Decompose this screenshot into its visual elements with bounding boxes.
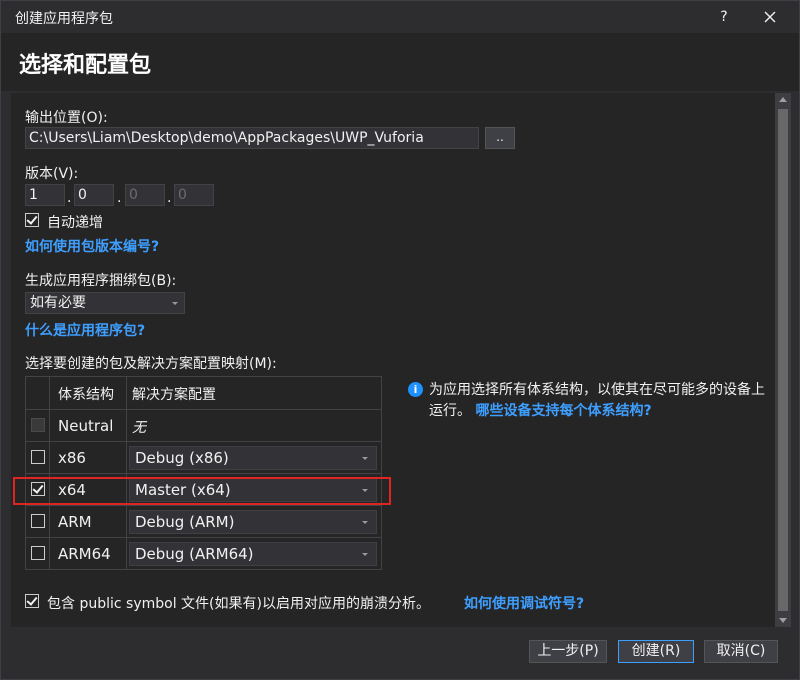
table-row: ARM Debug (ARM) xyxy=(26,505,381,537)
version-separator: . xyxy=(67,190,72,206)
arm-config-dropdown[interactable]: Debug (ARM) xyxy=(129,510,377,534)
table-row: ARM64 Debug (ARM64) xyxy=(26,537,381,569)
version-separator: . xyxy=(117,190,122,206)
arm64-checkbox[interactable] xyxy=(31,546,45,560)
x86-config-dropdown[interactable]: Debug (x86) xyxy=(129,446,377,470)
content-panel: 输出位置(O): C:\Users\Liam\Desktop\demo\AppP… xyxy=(11,93,779,627)
arch-name: Neutral xyxy=(58,417,114,435)
chevron-down-icon xyxy=(362,457,368,460)
bundle-selected-value: 如有必要 xyxy=(30,295,86,311)
info-icon: i xyxy=(408,382,423,397)
title-bar: 创建应用程序包 ? xyxy=(1,1,799,33)
chevron-down-icon xyxy=(172,302,178,305)
arch-name: x86 xyxy=(58,449,86,467)
architecture-help-link[interactable]: 哪些设备支持每个体系结构? xyxy=(475,403,651,419)
x86-checkbox[interactable] xyxy=(31,450,45,464)
scroll-up-icon[interactable] xyxy=(775,93,791,107)
public-symbols-checkbox[interactable] xyxy=(25,594,39,608)
version-minor-input[interactable]: 0 xyxy=(74,184,114,206)
mapping-table: 体系结构 解决方案配置 Neutral 无 x86 Debug (x86) x6… xyxy=(25,376,382,570)
bundle-label: 生成应用程序捆绑包(B): xyxy=(25,273,177,289)
dialog-window: 创建应用程序包 ? 选择和配置包 输出位置(O): C:\Users\Liam\… xyxy=(0,0,800,680)
auto-increment-checkbox[interactable] xyxy=(25,213,39,227)
create-button[interactable]: 创建(R) xyxy=(618,640,694,663)
browse-button[interactable]: .. xyxy=(485,127,515,149)
version-build-input[interactable]: 0 xyxy=(125,184,165,206)
version-help-link[interactable]: 如何使用包版本编号? xyxy=(25,236,159,256)
config-none: 无 xyxy=(132,420,146,436)
output-location-label: 输出位置(O): xyxy=(25,110,108,126)
version-major-input[interactable]: 1 xyxy=(25,184,65,206)
window-title: 创建应用程序包 xyxy=(15,11,113,27)
output-location-input[interactable]: C:\Users\Liam\Desktop\demo\AppPackages\U… xyxy=(25,127,479,149)
close-button[interactable] xyxy=(753,5,787,29)
column-header-config: 解决方案配置 xyxy=(132,387,216,403)
auto-increment-label: 自动递增 xyxy=(47,215,103,231)
scroll-down-icon[interactable] xyxy=(775,613,791,627)
config-value: Debug (ARM64) xyxy=(135,545,254,563)
debug-symbols-help-link[interactable]: 如何使用调试符号? xyxy=(464,593,584,613)
public-symbols-label: 包含 public symbol 文件(如果有)以启用对应用的崩溃分析。 xyxy=(47,596,430,612)
arch-name: ARM xyxy=(58,513,92,531)
info-message: 为应用选择所有体系结构，以使其在尽可能多的设备上运行。 哪些设备支持每个体系结构… xyxy=(429,380,769,422)
cancel-button[interactable]: 取消(C) xyxy=(704,640,778,663)
config-value: Debug (x86) xyxy=(135,449,229,467)
version-revision-input[interactable]: 0 xyxy=(174,184,214,206)
neutral-checkbox xyxy=(31,418,45,432)
vertical-scrollbar[interactable] xyxy=(775,93,791,627)
arm64-config-dropdown[interactable]: Debug (ARM64) xyxy=(129,542,377,566)
arch-name: x64 xyxy=(58,481,86,499)
arm-checkbox[interactable] xyxy=(31,514,45,528)
arch-name: ARM64 xyxy=(58,545,111,563)
table-row: x86 Debug (x86) xyxy=(26,441,381,473)
page-header: 选择和配置包 xyxy=(1,33,799,91)
mapping-label: 选择要创建的包及解决方案配置映射(M): xyxy=(25,356,277,372)
chevron-down-icon xyxy=(362,489,368,492)
table-row: x64 Master (x64) xyxy=(26,473,381,505)
help-button[interactable]: ? xyxy=(709,5,739,29)
bundle-help-link[interactable]: 什么是应用程序包? xyxy=(25,320,145,340)
bundle-dropdown[interactable]: 如有必要 xyxy=(25,292,185,314)
close-icon xyxy=(764,11,776,23)
config-value: Debug (ARM) xyxy=(135,513,235,531)
chevron-down-icon xyxy=(362,553,368,556)
page-title: 选择和配置包 xyxy=(19,53,152,78)
version-separator: . xyxy=(167,190,172,206)
table-header: 体系结构 解决方案配置 xyxy=(26,377,381,409)
scroll-thumb[interactable] xyxy=(778,109,788,611)
chevron-down-icon xyxy=(362,521,368,524)
x64-config-dropdown[interactable]: Master (x64) xyxy=(129,478,377,502)
back-button[interactable]: 上一步(P) xyxy=(529,640,607,663)
column-header-arch: 体系结构 xyxy=(58,387,114,403)
table-row: Neutral 无 xyxy=(26,409,381,441)
config-value: Master (x64) xyxy=(135,481,231,499)
x64-checkbox[interactable] xyxy=(31,482,45,496)
version-label: 版本(V): xyxy=(25,166,79,182)
